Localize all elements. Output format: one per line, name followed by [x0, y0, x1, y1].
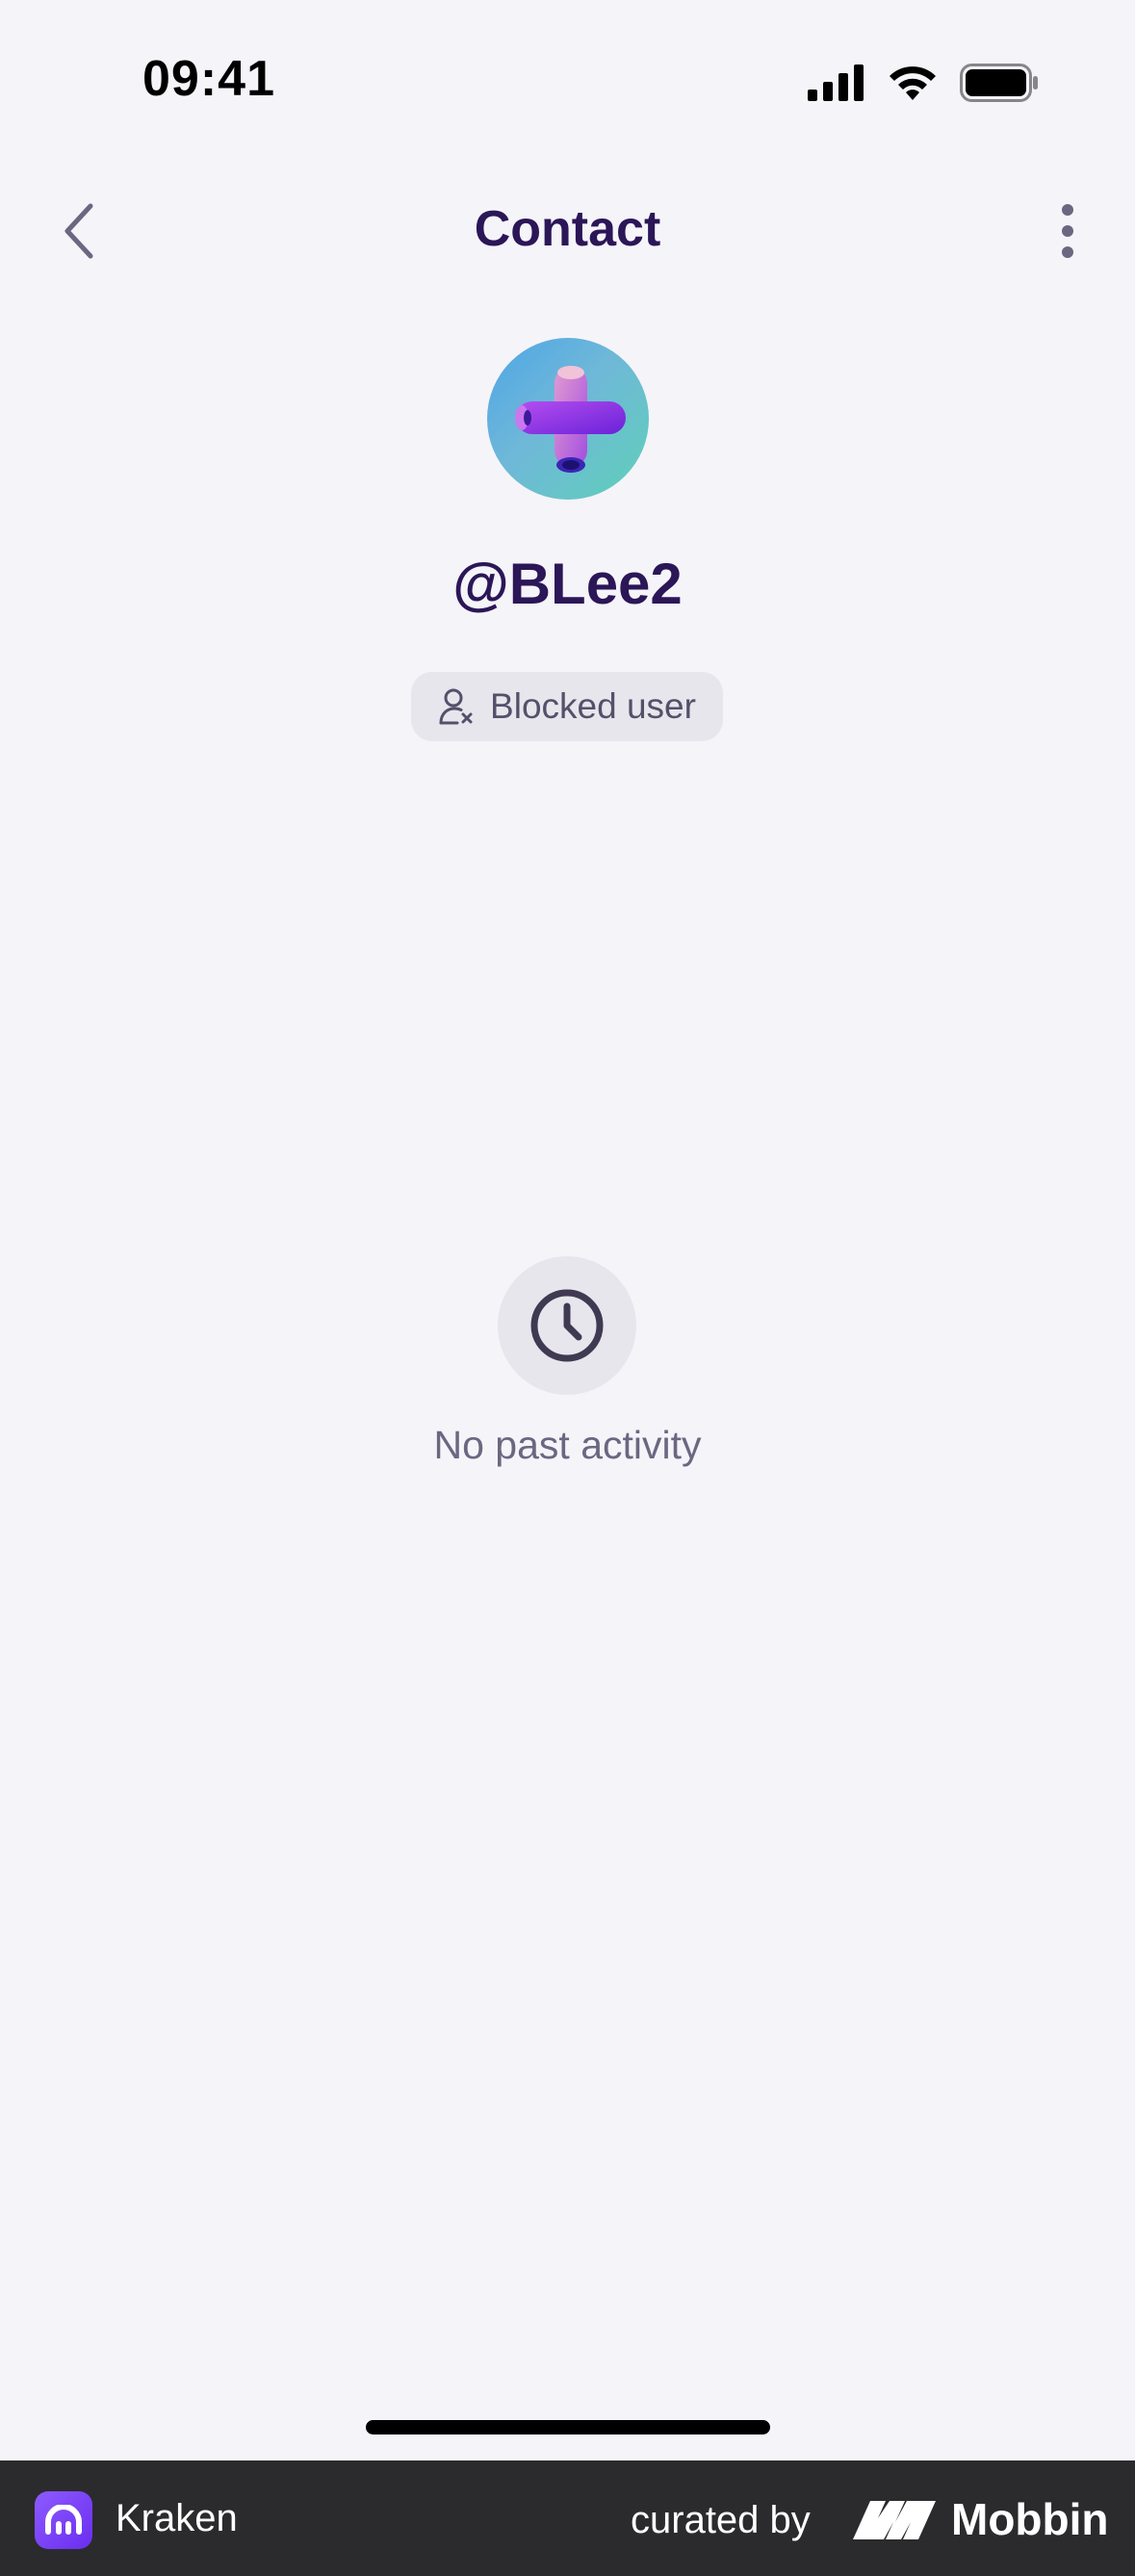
mobbin-brand: Mobbin — [851, 2493, 1109, 2545]
status-bar: 09:41 — [0, 0, 1135, 154]
status-badge: Blocked user — [411, 672, 723, 741]
cellular-signal-icon — [808, 64, 864, 101]
mobbin-name: Mobbin — [951, 2494, 1109, 2544]
status-time: 09:41 — [142, 51, 275, 107]
contact-username: @BLee2 — [452, 552, 683, 616]
mobbin-logo-icon — [853, 2501, 936, 2539]
empty-activity-text: No past activity — [433, 1423, 702, 1467]
app-name: Kraken — [116, 2497, 238, 2539]
wifi-icon — [890, 66, 936, 100]
status-badge-label: Blocked user — [490, 686, 696, 726]
clock-icon — [530, 1289, 604, 1362]
footer-banner: Kraken curated by Mobbin — [0, 2460, 1135, 2576]
home-indicator[interactable] — [366, 2420, 770, 2434]
battery-icon — [960, 64, 1038, 102]
kraken-logo-icon — [35, 2491, 92, 2549]
contact-screen: 09:41 Contact @BLee2 Blocked user No pas… — [0, 0, 1135, 2576]
curated-by-label: curated by — [631, 2499, 811, 2541]
more-vertical-icon — [1062, 204, 1073, 258]
empty-activity-icon-container — [498, 1256, 636, 1395]
avatar — [487, 338, 649, 500]
page-title: Contact — [474, 201, 661, 257]
avatar-cross-illustration — [515, 366, 626, 473]
user-blocked-icon — [439, 688, 473, 725]
status-icons — [808, 64, 1039, 102]
more-options-button[interactable] — [1039, 193, 1096, 270]
